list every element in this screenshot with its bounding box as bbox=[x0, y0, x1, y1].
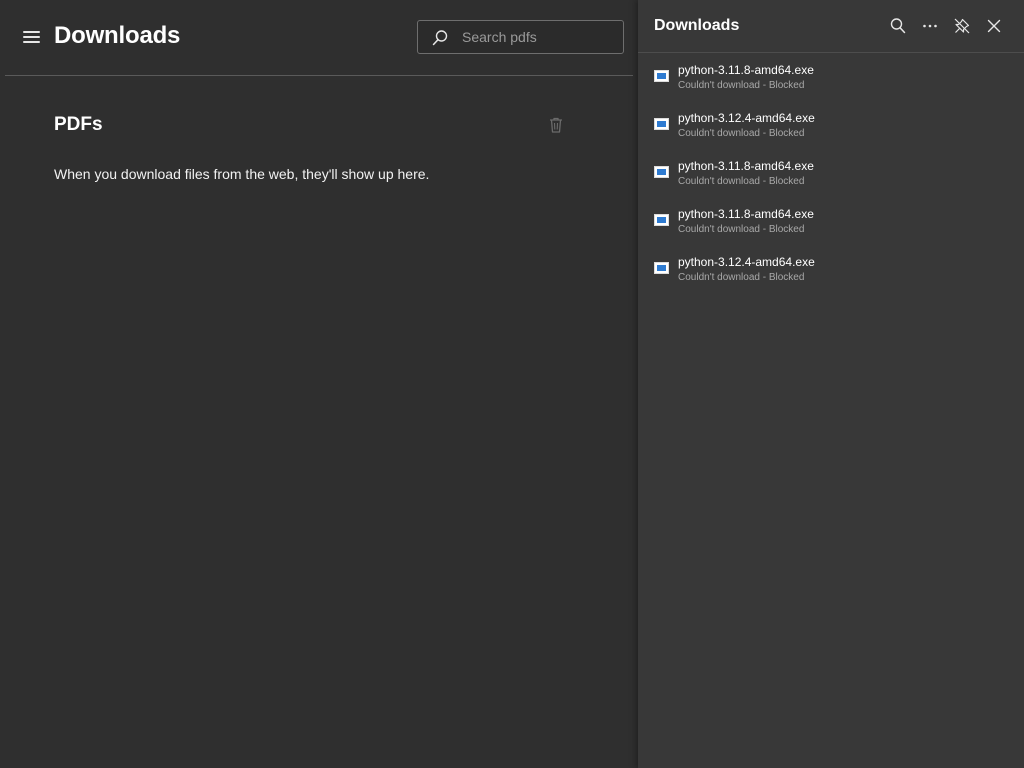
flyout-search-button[interactable] bbox=[887, 15, 909, 37]
page-header: Downloads bbox=[5, 0, 633, 76]
search-input[interactable] bbox=[462, 27, 612, 47]
download-status: Couldn't download - Blocked bbox=[678, 80, 805, 91]
flyout-title: Downloads bbox=[654, 17, 740, 34]
section-title: PDFs bbox=[54, 114, 103, 135]
downloads-flyout: Downloads python-3.11.8-amd64.exe Couldn… bbox=[638, 0, 1024, 768]
search-icon bbox=[432, 30, 448, 46]
download-status: Couldn't download - Blocked bbox=[678, 128, 805, 139]
download-list: python-3.11.8-amd64.exe Couldn't downloa… bbox=[638, 54, 1024, 294]
close-icon bbox=[987, 19, 1001, 33]
download-filename[interactable]: python-3.12.4-amd64.exe bbox=[678, 111, 815, 125]
hamburger-icon[interactable] bbox=[23, 27, 43, 47]
download-filename[interactable]: python-3.12.4-amd64.exe bbox=[678, 255, 815, 269]
downloads-page: Downloads PDFs When you download files f… bbox=[0, 0, 633, 768]
download-status: Couldn't download - Blocked bbox=[678, 272, 805, 283]
more-options-button[interactable] bbox=[919, 15, 941, 37]
exe-file-icon bbox=[654, 214, 669, 226]
unpin-button[interactable] bbox=[951, 15, 973, 37]
unpin-icon bbox=[954, 18, 970, 34]
more-icon bbox=[923, 24, 937, 28]
flyout-header: Downloads bbox=[638, 0, 1024, 53]
download-item[interactable]: python-3.12.4-amd64.exe Couldn't downloa… bbox=[638, 246, 1024, 294]
download-filename[interactable]: python-3.11.8-amd64.exe bbox=[678, 63, 814, 77]
exe-file-icon bbox=[654, 118, 669, 130]
search-box[interactable] bbox=[417, 20, 624, 54]
page-title: Downloads bbox=[54, 22, 181, 49]
download-item[interactable]: python-3.11.8-amd64.exe Couldn't downloa… bbox=[638, 54, 1024, 102]
empty-state-message: When you download files from the web, th… bbox=[54, 166, 430, 182]
search-icon bbox=[890, 18, 906, 34]
download-item[interactable]: python-3.11.8-amd64.exe Couldn't downloa… bbox=[638, 150, 1024, 198]
trash-icon[interactable] bbox=[546, 115, 566, 135]
download-filename[interactable]: python-3.11.8-amd64.exe bbox=[678, 207, 814, 221]
downloads-window: Downloads PDFs When you download files f… bbox=[0, 0, 1024, 768]
download-filename[interactable]: python-3.11.8-amd64.exe bbox=[678, 159, 814, 173]
download-status: Couldn't download - Blocked bbox=[678, 176, 805, 187]
download-item[interactable]: python-3.12.4-amd64.exe Couldn't downloa… bbox=[638, 102, 1024, 150]
download-item[interactable]: python-3.11.8-amd64.exe Couldn't downloa… bbox=[638, 198, 1024, 246]
close-button[interactable] bbox=[983, 15, 1005, 37]
exe-file-icon bbox=[654, 262, 669, 274]
exe-file-icon bbox=[654, 70, 669, 82]
exe-file-icon bbox=[654, 166, 669, 178]
download-status: Couldn't download - Blocked bbox=[678, 224, 805, 235]
